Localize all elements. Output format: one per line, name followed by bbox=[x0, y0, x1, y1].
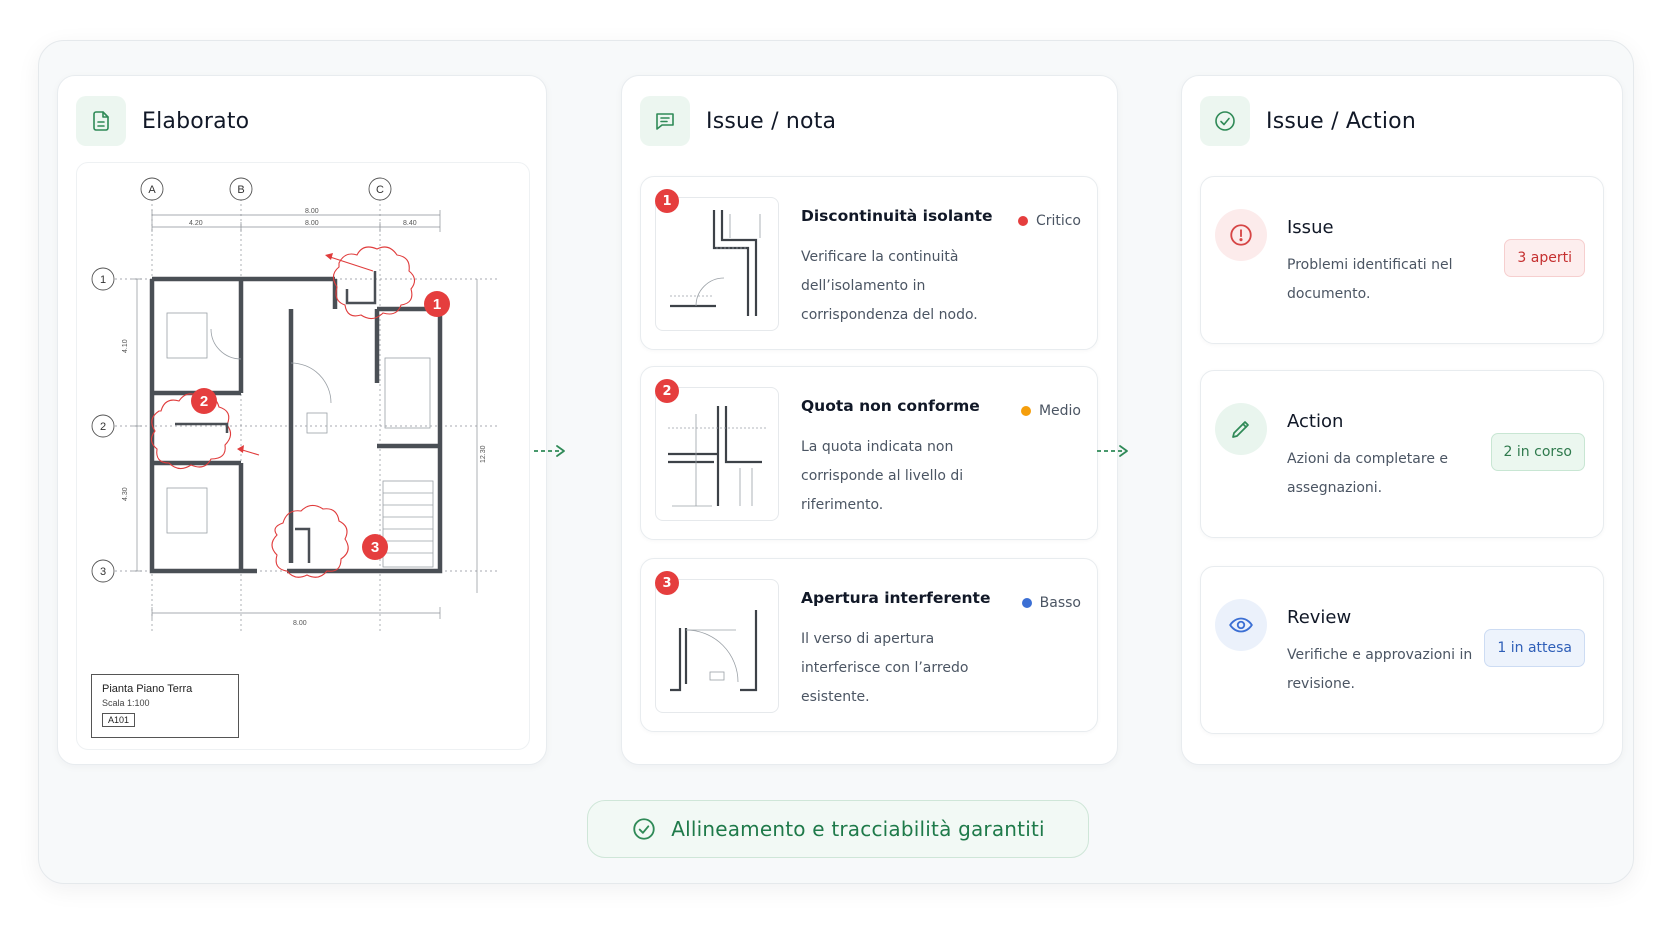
title-block-code: A101 bbox=[102, 713, 136, 727]
issue-thumbnail bbox=[655, 579, 779, 713]
grid-label-a: A bbox=[148, 184, 156, 196]
title-block-name: Pianta Piano Terra bbox=[102, 683, 193, 695]
dim-bottom: 8.00 bbox=[293, 620, 307, 627]
issue-card-1[interactable]: 1 Discontinuità isolante Critico Verific… bbox=[640, 176, 1098, 350]
flow-arrow-icon bbox=[534, 445, 565, 457]
severity-text: Critico bbox=[1035, 213, 1081, 229]
dim-top-c: 8.40 bbox=[403, 220, 417, 227]
document-icon bbox=[76, 96, 126, 146]
drawing-title-block: Pianta Piano Terra Scala 1:100 A101 bbox=[91, 674, 239, 738]
severity-label: Critico bbox=[1017, 213, 1081, 229]
status-card-title: Action bbox=[1287, 411, 1344, 432]
issue-card-2[interactable]: 2 Quota non conforme Medio La quota indi… bbox=[640, 366, 1098, 540]
dim-left-12: 4.10 bbox=[122, 339, 129, 353]
issue-description: La quota indicata non corrisponde al liv… bbox=[801, 439, 964, 513]
issue-thumbnail bbox=[655, 387, 779, 521]
dim-top-bc: 8.00 bbox=[305, 220, 319, 227]
grid-label-2: 2 bbox=[100, 421, 106, 433]
severity-text: Basso bbox=[1039, 595, 1081, 611]
workflow-card: Elaborato 8.00 4.20 8.00 8.40 4.10 4.30 … bbox=[38, 40, 1634, 884]
issues-panel-header: Issue / nota bbox=[640, 96, 836, 146]
grid-label-b: B bbox=[237, 184, 244, 196]
severity-label: Basso bbox=[1021, 595, 1081, 611]
status-card-issue[interactable]: Issue Problemi identificati nel document… bbox=[1200, 176, 1604, 344]
chat-note-icon bbox=[640, 96, 690, 146]
status-card-description: Verifiche e approvazioni in revisione. bbox=[1287, 647, 1473, 692]
status-card-review[interactable]: Review Verifiche e approvazioni in revis… bbox=[1200, 566, 1604, 734]
plan-marker-2-label: 2 bbox=[200, 393, 208, 410]
dim-top-total: 8.00 bbox=[305, 208, 319, 215]
grid-label-c: C bbox=[376, 184, 384, 196]
check-circle-icon bbox=[633, 818, 655, 840]
issue-description: Verificare la continuità dell’isolamento… bbox=[801, 249, 978, 323]
status-badge: 3 aperti bbox=[1504, 239, 1585, 277]
status-badge: 2 in corso bbox=[1490, 433, 1585, 471]
issue-number-badge: 3 bbox=[655, 571, 679, 595]
footer-text: Allineamento e tracciabilità garantiti bbox=[671, 817, 1045, 841]
title-block-scale: Scala 1:100 bbox=[102, 698, 150, 708]
document-panel-title: Elaborato bbox=[142, 108, 250, 134]
severity-dot bbox=[1021, 598, 1032, 608]
actions-panel-header: Issue / Action bbox=[1200, 96, 1416, 146]
pencil-icon bbox=[1215, 403, 1267, 455]
status-card-action[interactable]: Action Azioni da completare e assegnazio… bbox=[1200, 370, 1604, 538]
dim-right: 12.30 bbox=[480, 445, 487, 463]
grid-label-3: 3 bbox=[100, 566, 106, 578]
issues-panel-title: Issue / nota bbox=[706, 108, 837, 134]
grid-label-1: 1 bbox=[100, 274, 106, 286]
floor-plan-drawing[interactable]: 8.00 4.20 8.00 8.40 4.10 4.30 12.30 8.00… bbox=[76, 162, 530, 750]
plan-marker-3-label: 3 bbox=[371, 539, 379, 556]
flow-arrow-icon bbox=[1097, 445, 1128, 457]
issue-title: Quota non conforme bbox=[801, 397, 980, 415]
dim-top-ab: 4.20 bbox=[189, 220, 203, 227]
status-badge: 1 in attesa bbox=[1484, 629, 1585, 667]
severity-text: Medio bbox=[1038, 403, 1081, 419]
severity-dot bbox=[1020, 406, 1031, 416]
issue-card-3[interactable]: 3 Apertura interferente Basso Il verso d… bbox=[640, 558, 1098, 732]
status-card-description: Problemi identificati nel documento. bbox=[1287, 257, 1453, 302]
document-panel-header: Elaborato bbox=[76, 96, 249, 146]
issue-number-badge: 2 bbox=[655, 379, 679, 403]
issues-panel: Issue / nota 1 Discontinuità isolante Cr… bbox=[621, 75, 1118, 765]
floor-plan-svg: 8.00 4.20 8.00 8.40 4.10 4.30 12.30 8.00… bbox=[91, 177, 497, 633]
footer-banner: Allineamento e tracciabilità garantiti bbox=[587, 800, 1089, 858]
document-panel: Elaborato 8.00 4.20 8.00 8.40 4.10 4.30 … bbox=[57, 75, 547, 765]
issue-title: Discontinuità isolante bbox=[801, 207, 993, 225]
severity-dot bbox=[1017, 216, 1028, 226]
status-card-title: Review bbox=[1287, 607, 1352, 628]
status-card-description: Azioni da completare e assegnazioni. bbox=[1287, 451, 1448, 496]
actions-panel-title: Issue / Action bbox=[1266, 108, 1416, 134]
actions-panel: Issue / Action Issue Problemi identifica… bbox=[1181, 75, 1623, 765]
alert-icon bbox=[1215, 209, 1267, 261]
issue-number-badge: 1 bbox=[655, 189, 679, 213]
severity-label: Medio bbox=[1020, 403, 1081, 419]
dim-left-23: 4.30 bbox=[122, 487, 129, 501]
issue-thumbnail bbox=[655, 197, 779, 331]
issue-title: Apertura interferente bbox=[801, 589, 991, 607]
check-circle-icon bbox=[1200, 96, 1250, 146]
eye-icon bbox=[1215, 599, 1267, 651]
status-card-title: Issue bbox=[1287, 217, 1334, 238]
issue-description: Il verso di apertura interferisce con l’… bbox=[801, 631, 969, 705]
plan-marker-1-label: 1 bbox=[433, 296, 441, 313]
